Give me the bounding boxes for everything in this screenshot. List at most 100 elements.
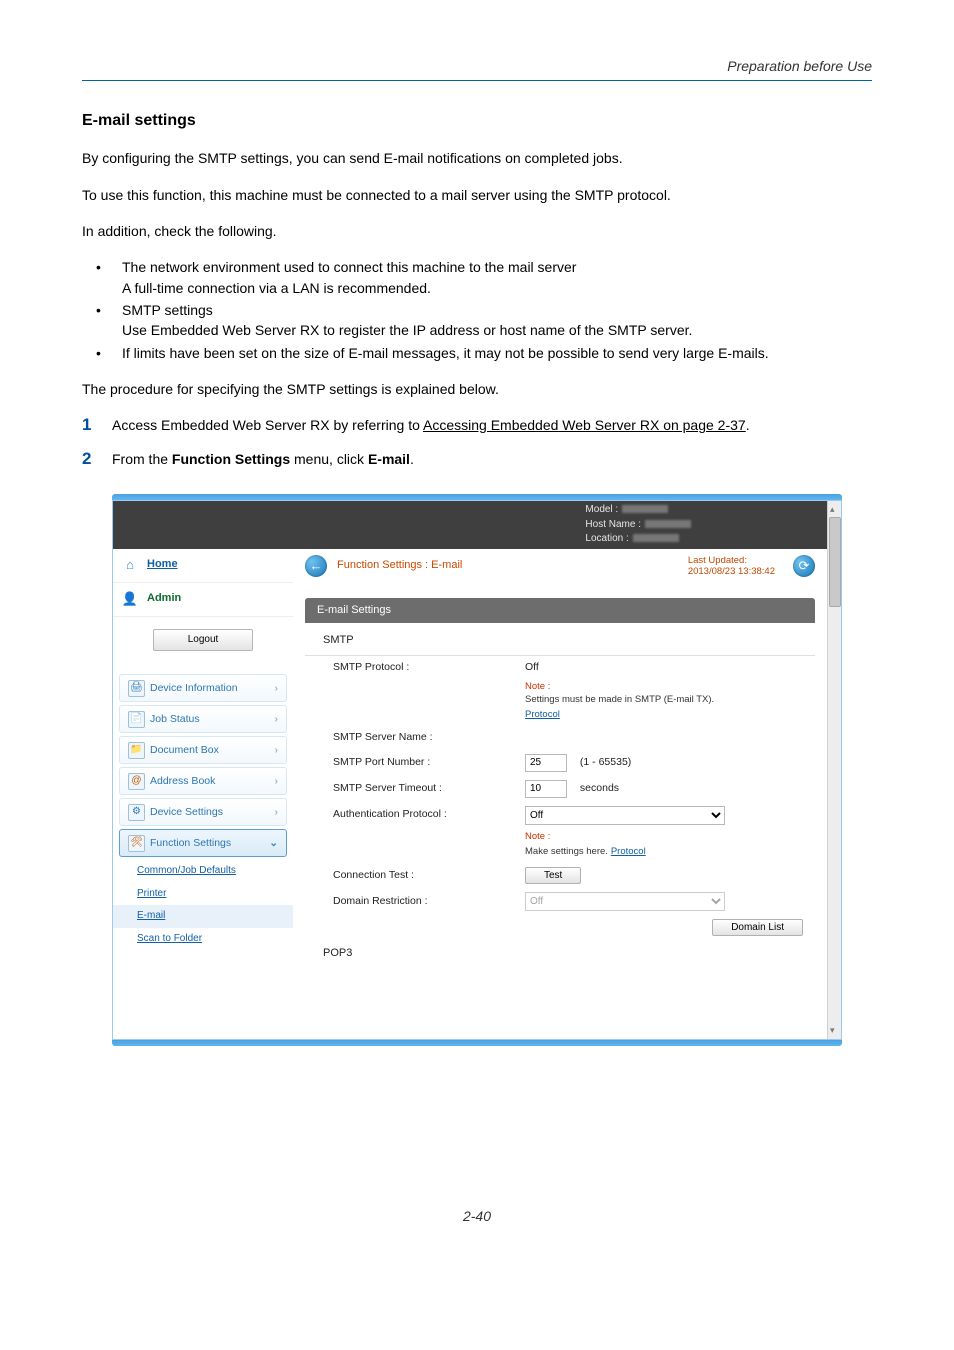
sidebar-item-device-information[interactable]: 🖨 Device Information ›	[119, 674, 287, 702]
step-item: From the Function Settings menu, click E…	[82, 449, 872, 469]
field-value: Off	[525, 660, 815, 675]
home-icon: ⌂	[121, 556, 139, 574]
domain-restriction-select: Off	[525, 892, 725, 911]
job-status-icon: 📄	[128, 711, 145, 728]
cross-reference-link[interactable]: Accessing Embedded Web Server RX on page…	[423, 417, 746, 433]
step-text: menu, click	[290, 451, 368, 467]
step-text: Access Embedded Web Server RX by referri…	[112, 417, 423, 433]
bullet-item: The network environment used to connect …	[96, 257, 872, 298]
admin-icon: 👤	[121, 590, 139, 608]
field-label: SMTP Server Timeout :	[333, 781, 525, 796]
paragraph: To use this function, this machine must …	[82, 185, 872, 205]
section-heading: E-mail settings	[82, 109, 872, 132]
sidebar-item-function-settings[interactable]: 🛠 Function Settings ⌄	[119, 829, 287, 857]
chevron-right-icon: ›	[275, 805, 279, 820]
field-label: Authentication Protocol :	[333, 807, 525, 822]
sidebar-item-label: Function Settings	[150, 836, 231, 851]
smtp-section-header: SMTP	[305, 623, 815, 656]
scroll-up-icon[interactable]: ▴	[830, 503, 835, 516]
step-text: .	[746, 417, 750, 433]
field-label: Domain Restriction :	[333, 894, 525, 909]
row-smtp-server-name: SMTP Server Name :	[305, 726, 815, 749]
sidebar-sub-scan-to-folder[interactable]: Scan to Folder	[113, 928, 293, 951]
last-updated: Last Updated: 2013/08/23 13:38:42	[688, 555, 783, 578]
sidebar-sub-printer[interactable]: Printer	[113, 883, 293, 906]
row-smtp-timeout: SMTP Server Timeout : seconds	[305, 776, 815, 802]
scroll-down-icon[interactable]: ▾	[830, 1024, 835, 1037]
sidebar-item-label: Document Box	[150, 743, 219, 758]
breadcrumb-row: ← Function Settings : E-mail Last Update…	[293, 549, 827, 584]
sidebar-item-document-box[interactable]: 📁 Document Box ›	[119, 736, 287, 764]
chevron-right-icon: ›	[275, 712, 279, 727]
panel-header: E-mail Settings	[305, 598, 815, 624]
pop3-section-header: POP3	[305, 940, 815, 964]
domain-list-button[interactable]: Domain List	[712, 919, 803, 936]
address-book-icon: @	[128, 773, 145, 790]
bullet-text: Use Embedded Web Server RX to register t…	[122, 320, 872, 340]
sidebar-item-label: Address Book	[150, 774, 215, 789]
row-domain-restriction: Domain Restriction : Off	[305, 888, 815, 915]
model-label: Model :	[585, 504, 618, 515]
step-text: From the	[112, 451, 172, 467]
bullet-text: If limits have been set on the size of E…	[122, 345, 769, 361]
row-connection-test: Connection Test : Test	[305, 863, 815, 888]
document-box-icon: 📁	[128, 742, 145, 759]
blurred-value	[645, 520, 691, 528]
settings-panel: ← Function Settings : E-mail Last Update…	[293, 549, 827, 1039]
note-text: Make settings here.	[525, 846, 608, 857]
step-item: Access Embedded Web Server RX by referri…	[82, 415, 872, 435]
sidebar-item-job-status[interactable]: 📄 Job Status ›	[119, 705, 287, 733]
page-number: 2-40	[82, 1206, 872, 1226]
vertical-scrollbar[interactable]: ▴ ▾	[827, 501, 841, 1039]
smtp-timeout-input[interactable]	[525, 780, 567, 798]
device-info-band: Model : Host Name : Location :	[113, 501, 841, 549]
row-smtp-port: SMTP Port Number : (1 - 65535)	[305, 750, 815, 776]
paragraph: The procedure for specifying the SMTP se…	[82, 379, 872, 399]
protocol-link[interactable]: Protocol	[611, 846, 646, 857]
bullet-text: SMTP settings	[122, 302, 213, 318]
note-label: Note :	[525, 831, 550, 842]
sidebar-sub-common-job-defaults[interactable]: Common/Job Defaults	[113, 860, 293, 883]
breadcrumb: Function Settings : E-mail	[337, 558, 462, 574]
row-auth-note: Note : Make settings here. Protocol	[305, 829, 815, 863]
back-button[interactable]: ←	[305, 555, 327, 577]
auth-protocol-select[interactable]: Off	[525, 806, 725, 825]
bullet-list: The network environment used to connect …	[96, 257, 872, 362]
hostname-label: Host Name :	[585, 519, 641, 530]
nav-home-row[interactable]: ⌂ Home	[113, 549, 293, 583]
sidebar-item-device-settings[interactable]: ⚙ Device Settings ›	[119, 798, 287, 826]
field-label: Connection Test :	[333, 868, 525, 883]
note-text: Settings must be made in SMTP (E-mail TX…	[525, 693, 815, 707]
refresh-button[interactable]: ⟳	[793, 555, 815, 577]
sidebar-item-address-book[interactable]: @ Address Book ›	[119, 767, 287, 795]
sidebar-item-label: Job Status	[150, 712, 200, 727]
embedded-screenshot: Model : Host Name : Location : ▴ ▾ ⌂ Hom…	[112, 494, 842, 1046]
nav-home-link[interactable]: Home	[147, 557, 178, 573]
smtp-port-input[interactable]	[525, 754, 567, 772]
row-smtp-protocol-note: Note : Settings must be made in SMTP (E-…	[305, 680, 815, 727]
paragraph: In addition, check the following.	[82, 221, 872, 241]
chevron-right-icon: ›	[275, 743, 279, 758]
row-smtp-protocol: SMTP Protocol : Off	[305, 656, 815, 679]
field-label: SMTP Port Number :	[333, 755, 525, 770]
note-label: Note :	[525, 680, 815, 694]
field-hint: (1 - 65535)	[580, 756, 631, 768]
step-text: Function Settings	[172, 451, 290, 467]
scroll-thumb[interactable]	[829, 517, 841, 607]
logout-button[interactable]: Logout	[153, 629, 254, 652]
device-info-icon: 🖨	[128, 680, 145, 697]
protocol-link[interactable]: Protocol	[525, 709, 560, 720]
last-updated-value: 2013/08/23 13:38:42	[688, 566, 775, 577]
chevron-right-icon: ›	[275, 681, 279, 696]
bullet-item: SMTP settings Use Embedded Web Server RX…	[96, 300, 872, 341]
sidebar-sub-email[interactable]: E-mail	[113, 905, 293, 928]
blurred-value	[622, 505, 668, 513]
field-label: SMTP Server Name :	[333, 730, 525, 745]
sidebar-item-label: Device Information	[150, 681, 238, 696]
test-button[interactable]: Test	[525, 867, 581, 884]
sidebar-item-label: Device Settings	[150, 805, 223, 820]
field-unit: seconds	[580, 782, 619, 794]
function-settings-icon: 🛠	[128, 835, 145, 852]
step-text: .	[410, 451, 414, 467]
page-header: Preparation before Use	[82, 56, 872, 81]
